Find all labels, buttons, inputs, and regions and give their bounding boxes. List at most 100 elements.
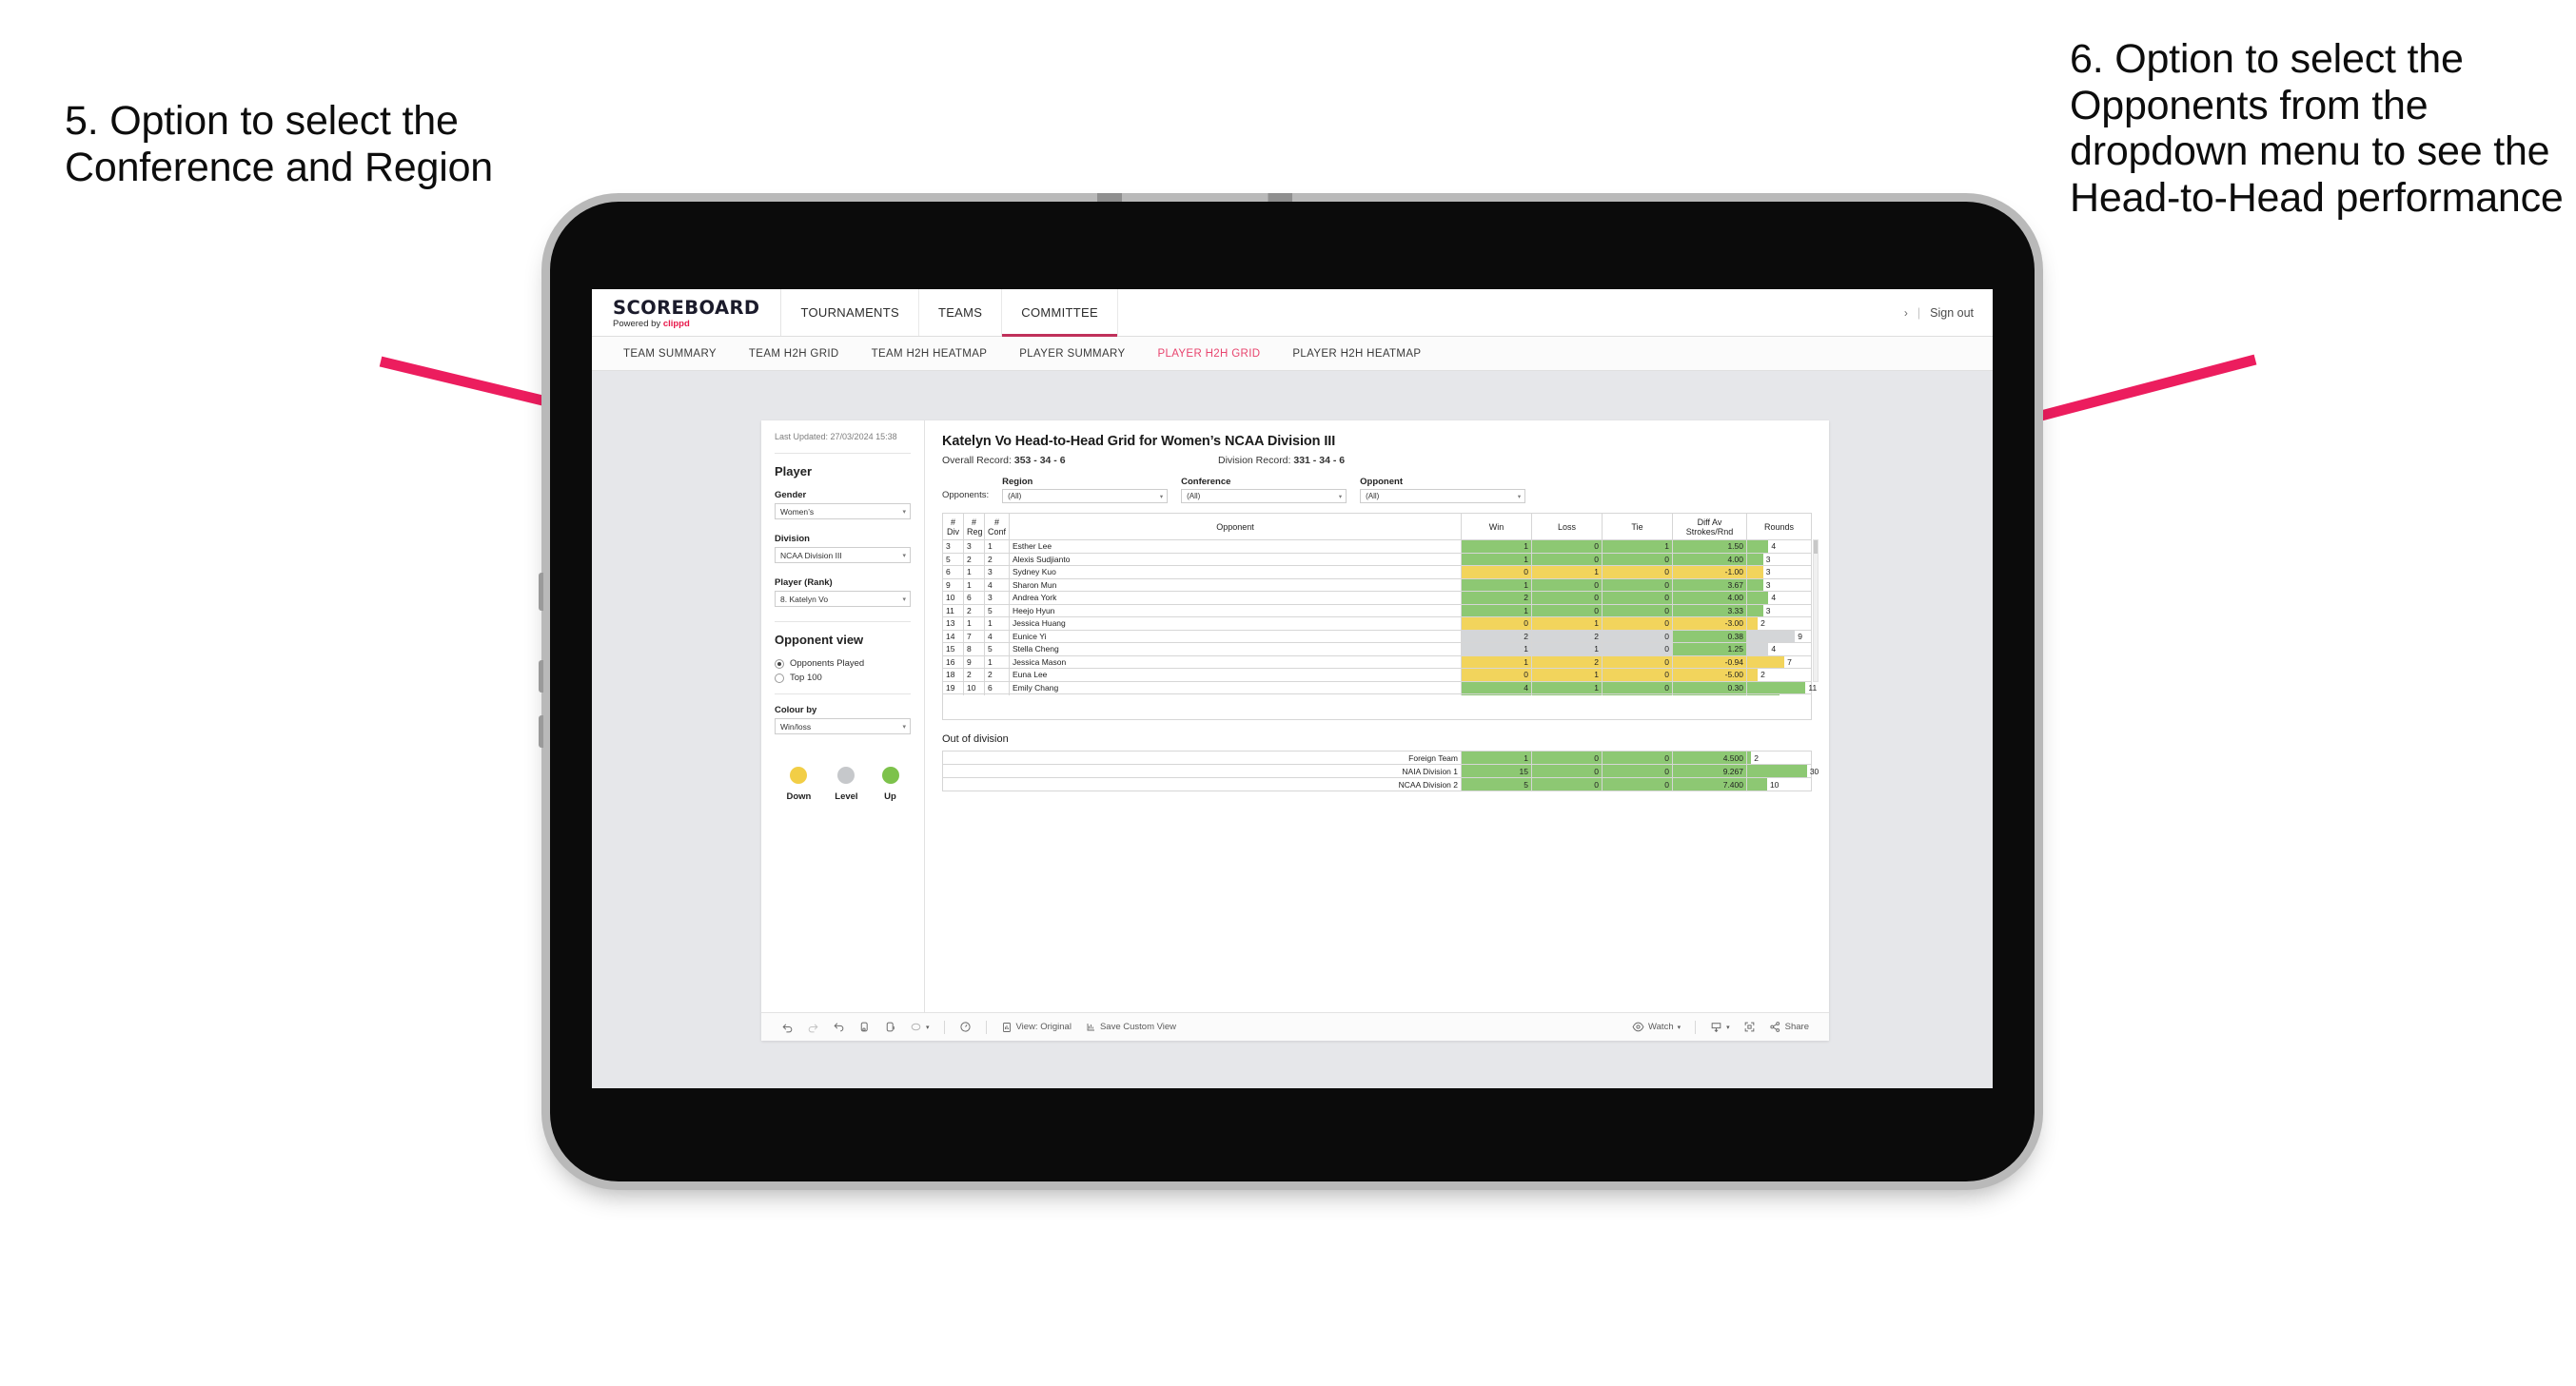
filter-sidebar: Last Updated: 27/03/2024 15:38 Player Ge… — [761, 420, 925, 1012]
rounds-bar-cell: 7 — [1746, 654, 1812, 669]
download-button[interactable]: ▾ — [1703, 1021, 1737, 1033]
table-cell: 5 — [984, 603, 1010, 617]
table-cell: 3 — [963, 539, 985, 554]
grid-scrollbar-thumb[interactable] — [1814, 540, 1818, 554]
radio-opponents-played[interactable]: Opponents Played — [775, 658, 911, 669]
region-select[interactable]: (All) ▾ — [1002, 489, 1169, 503]
out-of-division-row[interactable]: NAIA Division 1 15 0 0 9.267 30 — [942, 764, 1819, 778]
opponent-select[interactable]: (All) ▾ — [1360, 489, 1526, 503]
table-row[interactable]: 13 1 1 Jessica Huang 0 1 0 -3.00 2 — [942, 616, 1812, 631]
table-cell: 0 — [1531, 764, 1603, 778]
tab-player-summary[interactable]: PLAYER SUMMARY — [1003, 337, 1141, 371]
out-of-division-row[interactable]: Foreign Team 1 0 0 4.500 2 — [942, 751, 1812, 765]
colour-by-select[interactable]: Win/loss ▾ — [775, 718, 911, 735]
h2h-header-row: # Div # Reg # Conf Opponent Win Loss Tie Diff Av St… — [942, 513, 1812, 540]
out-of-division-row[interactable]: NCAA Division 2 5 0 0 7.400 10 — [942, 777, 1812, 791]
grid-content: Katelyn Vo Head-to-Head Grid for Women’s… — [925, 420, 1829, 1012]
table-cell: 4 — [984, 577, 1010, 592]
table-cell: Alexis Sudjianto — [1009, 552, 1462, 566]
save-custom-view-button[interactable]: Save Custom View — [1078, 1022, 1183, 1033]
table-cell: 0 — [1531, 751, 1603, 765]
rounds-bar-value: 9 — [1798, 631, 1802, 641]
table-cell: 0 — [1602, 629, 1673, 643]
table-cell: 0 — [1602, 552, 1673, 566]
highlight-button[interactable]: ▾ — [903, 1021, 936, 1033]
table-row[interactable]: 10 6 3 Andrea York 2 0 0 4.00 4 — [942, 591, 1812, 605]
h2h-col-header-5[interactable]: Loss — [1531, 513, 1603, 540]
h2h-col-header-7[interactable]: Diff Av Strokes/Rnd — [1672, 513, 1747, 540]
chevron-right-icon[interactable]: › — [1904, 306, 1908, 320]
table-row[interactable]: 9 1 4 Sharon Mun 1 0 0 3.67 3 — [942, 577, 1812, 592]
h2h-col-header-3[interactable]: Opponent — [1009, 513, 1462, 540]
tab-player-h2h-grid[interactable]: PLAYER H2H GRID — [1141, 337, 1276, 371]
h2h-col-header-4[interactable]: Win — [1461, 513, 1532, 540]
topnav-item-committee[interactable]: COMMITTEE — [1002, 289, 1118, 337]
watch-button[interactable]: Watch ▾ — [1625, 1021, 1687, 1033]
chevron-down-icon: ▾ — [1677, 1024, 1681, 1031]
tab-player-h2h-heatmap[interactable]: PLAYER H2H HEATMAP — [1276, 337, 1437, 371]
table-cell: 1 — [1461, 552, 1532, 566]
fullscreen-button[interactable] — [1737, 1021, 1762, 1033]
h2h-col-header-0[interactable]: # Div — [942, 513, 964, 540]
conference-select[interactable]: (All) ▾ — [1181, 489, 1347, 503]
undo-button[interactable] — [775, 1021, 800, 1033]
legend-caption: Up — [884, 791, 896, 803]
table-row[interactable]: 14 7 4 Eunice Yi 2 2 0 0.38 9 — [942, 629, 1812, 643]
h2h-col-header-2[interactable]: # Conf — [984, 513, 1010, 540]
show-me-button[interactable] — [953, 1021, 978, 1033]
rounds-bar-fill — [1747, 681, 1806, 693]
table-row[interactable]: 15 8 5 Stella Cheng 1 1 0 1.25 4 — [942, 642, 1812, 656]
radio-top-100[interactable]: Top 100 — [775, 673, 911, 683]
rounds-bar-cell: 30 — [1746, 764, 1819, 778]
tablet-volume-down-button[interactable] — [539, 715, 543, 748]
rounds-bar-fill — [1747, 604, 1763, 616]
grid-scrollbar[interactable] — [1813, 539, 1819, 682]
table-cell: 8 — [963, 642, 985, 656]
app-logo[interactable]: SCOREBOARD Powered by clippd — [592, 289, 782, 336]
table-cell: 2 — [963, 668, 985, 682]
conference-filter: Conference (All) ▾ — [1181, 477, 1347, 503]
revert-button[interactable] — [826, 1021, 852, 1033]
table-cell: 13 — [942, 616, 964, 631]
redo-button[interactable] — [800, 1021, 826, 1033]
table-row[interactable]: 19 10 6 Emily Chang 4 1 0 0.30 11 — [942, 680, 1817, 694]
sign-out-link[interactable]: Sign out — [1930, 306, 1974, 320]
h2h-col-header-1[interactable]: # Reg — [963, 513, 985, 540]
legend-item-down: Down — [786, 767, 811, 802]
rounds-bar-value: 2 — [1754, 752, 1759, 763]
table-row[interactable]: 5 2 2 Alexis Sudjianto 1 0 0 4.00 3 — [942, 552, 1812, 566]
tab-team-summary[interactable]: TEAM SUMMARY — [607, 337, 733, 371]
tab-team-h2h-heatmap[interactable]: TEAM H2H HEATMAP — [855, 337, 1004, 371]
player-rank-select[interactable]: 8. Katelyn Vo ▾ — [775, 591, 911, 608]
table-row[interactable]: 11 2 5 Heejo Hyun 1 0 0 3.33 3 — [942, 603, 1812, 617]
table-row[interactable]: 18 2 2 Euna Lee 0 1 0 -5.00 2 — [942, 668, 1812, 682]
h2h-table: # Div # Reg # Conf Opponent Win Loss Tie Diff Av St… — [942, 513, 1817, 720]
gender-value: Women’s — [780, 506, 815, 517]
tab-team-h2h-grid[interactable]: TEAM H2H GRID — [733, 337, 855, 371]
h2h-col-header-8[interactable]: Rounds — [1746, 513, 1812, 540]
tablet-power-button[interactable] — [539, 573, 543, 611]
h2h-col-header-6[interactable]: Tie — [1602, 513, 1673, 540]
table-cell: 1 — [1461, 603, 1532, 617]
refresh-data-button[interactable] — [852, 1021, 877, 1033]
table-cell: Emily Chang — [1009, 680, 1462, 694]
division-record-label: Division Record: — [1218, 455, 1294, 466]
table-row[interactable]: 16 9 1 Jessica Mason 1 2 0 -0.94 7 — [942, 654, 1812, 669]
topnav-item-teams[interactable]: TEAMS — [919, 289, 1003, 336]
chevron-down-icon: ▾ — [902, 508, 906, 516]
gender-select[interactable]: Women’s ▾ — [775, 503, 911, 520]
tablet-volume-up-button[interactable] — [539, 660, 543, 693]
table-row[interactable]: 3 3 1 Esther Lee 1 0 1 1.50 4 — [942, 539, 1812, 554]
table-cell: 0 — [1531, 552, 1603, 566]
topnav-item-tournaments[interactable]: TOURNAMENTS — [781, 289, 919, 336]
out-of-division-heading: Out of division — [942, 733, 1009, 745]
divider — [775, 453, 911, 455]
view-original-button[interactable]: View: Original — [994, 1022, 1078, 1033]
table-cell: 1 — [1461, 751, 1532, 765]
pause-updates-button[interactable] — [877, 1021, 903, 1033]
table-row[interactable]: 6 1 3 Sydney Kuo 0 1 0 -1.00 3 — [942, 565, 1812, 579]
grid-clip-mask — [942, 695, 1812, 720]
share-button[interactable]: Share — [1762, 1021, 1816, 1033]
table-cell: 1 — [984, 539, 1010, 554]
division-select[interactable]: NCAA Division III ▾ — [775, 547, 911, 564]
